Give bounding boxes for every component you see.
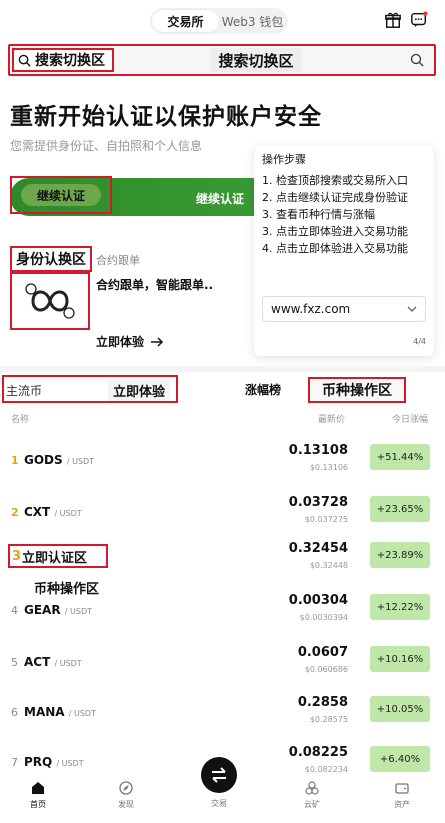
nav-trade-label: 交易 [211,799,227,808]
tab-web3-wallet[interactable]: Web3 钱包 [219,10,286,32]
nav-discover[interactable]: 发现 [96,781,156,810]
usd-price: $0.060686 [304,665,348,674]
rank: 4 [11,604,18,617]
infinity-icon [25,283,75,319]
section-divider [0,366,445,372]
rank: 2 [11,506,19,519]
search-bar[interactable]: 搜索切换区 搜索切换区 [8,44,436,76]
change-badge[interactable]: +12.22% [370,594,430,620]
change-badge[interactable]: +51.44% [370,444,430,470]
pair-symbol: GEAR / USDT [24,603,92,617]
change-badge[interactable]: +10.05% [370,696,430,722]
home-icon [32,782,44,794]
tab-gainers[interactable]: 涨幅榜 [245,381,281,398]
search-icon [18,54,31,67]
steps-card: 操作步骤 1. 检查顶部搜索或交易所入口 2. 点击继续认证完成身份验证 3. … [254,146,434,356]
last-price: 0.03728 [288,495,348,510]
copy-trading-image[interactable] [10,272,90,330]
last-price: 0.0607 [297,645,348,660]
rank: 1 [11,454,19,467]
search-icon[interactable] [410,53,424,67]
table-row[interactable]: 2 CXT / USDT 0.03728 $0.037275 +23.65% [0,492,445,544]
url-select[interactable]: www.fxz.com [262,296,426,322]
pair-symbol: CXT / USDT [24,505,82,519]
table-row[interactable]: 1 GODS / USDT 0.13108 $0.13106 +51.44% [0,440,445,492]
usd-price: $0.13106 [309,463,348,472]
step-item: 2. 点击继续认证完成身份验证 [262,191,408,204]
pair-symbol: PRQ / USDT [24,755,84,769]
tab-exchange[interactable]: 交易所 [152,10,219,32]
swap-icon [212,767,226,783]
usd-price: $0.037275 [304,515,348,524]
instant-verify-label: 立即认证区 [22,550,88,566]
mining-icon [305,781,319,795]
change-badge[interactable]: +23.89% [370,542,430,568]
change-badge[interactable]: +23.65% [370,496,430,522]
pair-symbol: ACT / USDT [24,655,82,669]
pair-symbol: MANA / USDT [24,705,96,719]
search-switch-left[interactable]: 搜索切换区 [12,48,114,72]
step-item: 1. 检查顶部搜索或交易所入口 [262,174,408,187]
last-price: 0.13108 [288,443,348,458]
column-header-price: 最新价 [318,415,346,425]
gift-icon[interactable] [384,11,402,29]
page-subtitle: 您需提供身份证、自拍照和个人信息 [10,139,203,153]
search-switch-center[interactable]: 搜索切换区 [210,48,302,72]
step-item: 3. 查看币种行情与涨幅 [262,208,375,221]
nav-trade[interactable] [201,757,237,793]
step-item: 4. 点击立即体验进入交易功能 [262,242,408,255]
search-switch-label: 搜索切换区 [35,53,105,69]
nav-cloud-mining[interactable]: 云矿 [282,781,342,810]
page-indicator: 4/4 [413,337,426,346]
chevron-down-icon [407,306,417,312]
arrow-right-icon [151,336,164,347]
rank: 6 [11,706,18,719]
last-price: 0.2858 [297,695,348,710]
continue-verify-highlight[interactable]: 继续认证 [10,176,112,214]
identity-area-label: 身份认换区 [10,246,92,272]
usd-price: $0.32448 [309,561,348,570]
column-header-name: 名称 [11,415,30,425]
rank: 5 [11,656,18,669]
table-row[interactable]: 5 ACT / USDT 0.0607 $0.060686 +10.16% [0,642,445,694]
continue-verify-button[interactable]: 继续认证 [21,184,101,206]
last-price: 0.08225 [288,745,348,760]
last-price: 0.32454 [288,541,348,556]
compass-icon [119,781,133,795]
wallet-icon [395,783,409,794]
pair-symbol: GODS / USDT [24,453,95,467]
continue-verify-text[interactable]: 继续认证 [196,190,244,207]
usd-price: $0.28575 [309,715,348,724]
usd-price: $0.0030394 [299,613,348,622]
instant-verify-area[interactable]: 3 立即认证区 [8,544,108,568]
change-badge[interactable]: +10.16% [370,646,430,672]
rank: 7 [11,756,18,769]
tab-mainstream[interactable]: 主流币 [6,382,42,399]
last-price: 0.00304 [288,593,348,608]
market-tab-highlight: 主流币 立即体验 [2,375,178,403]
table-row[interactable]: 6 MANA / USDT 0.2858 $0.28575 +10.05% [0,692,445,744]
copy-trading-label: 合约跟单 [96,254,140,267]
nav-assets[interactable]: 资产 [372,781,432,810]
top-tab-switch: 交易所 Web3 钱包 [150,8,288,34]
rank: 3 [12,548,22,564]
message-icon[interactable] [410,11,428,29]
url-text: www.fxz.com [271,302,351,316]
steps-title: 操作步骤 [262,153,306,166]
usd-price: $0.082234 [304,765,348,774]
change-badge[interactable]: +6.40% [370,746,430,772]
step-item: 3. 点击立即体验进入交易功能 [262,225,408,238]
try-now-link[interactable]: 立即体验 [96,333,164,350]
coin-operation-area[interactable]: 币种操作区 [308,377,406,403]
copy-trading-desc: 合约跟单，智能跟单.. [96,278,214,292]
tab-try-now[interactable]: 立即体验 [108,380,171,401]
page-title: 重新开始认证以保护账户安全 [10,104,322,130]
try-now-label: 立即体验 [96,335,145,349]
nav-home[interactable]: 首页 [8,781,68,810]
table-row[interactable]: 4 GEAR / USDT 0.00304 $0.0030394 +12.22% [0,590,445,642]
column-header-change: 今日涨幅 [392,415,429,425]
